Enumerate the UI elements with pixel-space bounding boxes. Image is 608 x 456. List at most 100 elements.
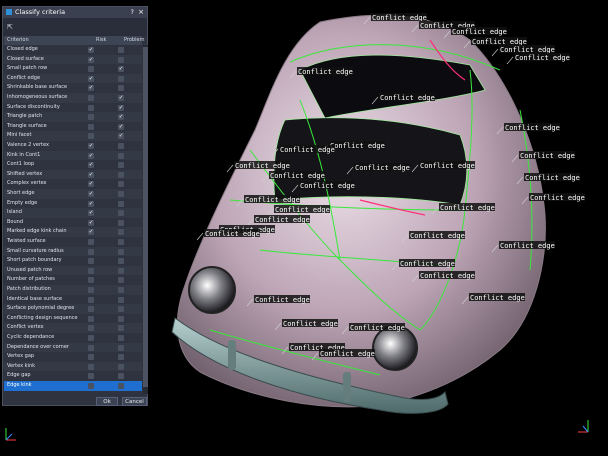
table-row[interactable]: Cont1 loop ✓ bbox=[4, 160, 142, 170]
risk-checkbox[interactable] bbox=[88, 267, 94, 274]
risk-checkbox[interactable] bbox=[88, 104, 94, 111]
problem-checkbox[interactable] bbox=[118, 143, 124, 149]
problem-checkbox[interactable] bbox=[118, 335, 124, 341]
table-row[interactable]: Kink in Cont1 ✓ bbox=[4, 150, 142, 161]
problem-checkbox[interactable] bbox=[118, 325, 124, 332]
table-row[interactable]: Vertex gap bbox=[4, 352, 142, 362]
table-row[interactable]: Closed edge ✓ bbox=[4, 45, 142, 55]
problem-checkbox[interactable] bbox=[118, 85, 124, 92]
risk-checkbox[interactable] bbox=[88, 363, 94, 370]
risk-checkbox[interactable] bbox=[88, 315, 94, 322]
risk-checkbox[interactable]: ✓ bbox=[88, 143, 94, 149]
problem-checkbox[interactable] bbox=[118, 287, 124, 293]
help-button[interactable]: ? bbox=[131, 7, 134, 18]
table-row[interactable]: Mini facet ✓ bbox=[4, 131, 142, 141]
classify-criteria-dialog[interactable]: Classify criteria ? × ⇱ Criterion Risk P… bbox=[2, 6, 148, 406]
risk-checkbox[interactable]: ✓ bbox=[88, 85, 94, 92]
table-row[interactable]: Triangle patch ✓ bbox=[4, 112, 142, 122]
problem-checkbox[interactable] bbox=[118, 239, 124, 245]
problem-checkbox[interactable] bbox=[118, 56, 124, 63]
table-row[interactable]: Valence 2 vertex ✓ bbox=[4, 141, 142, 151]
risk-checkbox[interactable] bbox=[88, 66, 94, 73]
cancel-button[interactable]: Cancel bbox=[122, 397, 147, 406]
table-row[interactable]: Closed surface ✓ bbox=[4, 54, 142, 65]
risk-checkbox[interactable] bbox=[88, 258, 94, 265]
scrollbar-thumb[interactable] bbox=[143, 47, 148, 387]
risk-checkbox[interactable] bbox=[88, 325, 94, 332]
problem-checkbox[interactable] bbox=[118, 267, 124, 274]
table-row[interactable]: Empty edge ✓ bbox=[4, 199, 142, 209]
table-row[interactable]: Inhomogeneous surface ✓ bbox=[4, 93, 142, 103]
dialog-titlebar[interactable]: Classify criteria ? × bbox=[3, 7, 147, 18]
problem-checkbox[interactable] bbox=[118, 248, 124, 255]
problem-checkbox[interactable] bbox=[118, 306, 124, 313]
risk-checkbox[interactable] bbox=[88, 239, 94, 245]
problem-checkbox[interactable] bbox=[118, 229, 124, 236]
risk-checkbox[interactable] bbox=[88, 296, 94, 303]
problem-checkbox[interactable] bbox=[118, 162, 124, 169]
risk-checkbox[interactable] bbox=[88, 277, 94, 284]
risk-checkbox[interactable] bbox=[88, 344, 94, 351]
risk-checkbox[interactable] bbox=[88, 335, 94, 341]
column-problem[interactable]: Problem bbox=[124, 36, 144, 45]
risk-checkbox[interactable] bbox=[88, 123, 94, 130]
risk-checkbox[interactable]: ✓ bbox=[88, 56, 94, 63]
risk-checkbox[interactable]: ✓ bbox=[88, 219, 94, 226]
problem-checkbox[interactable] bbox=[118, 47, 124, 53]
problem-checkbox[interactable]: ✓ bbox=[118, 66, 124, 73]
problem-checkbox[interactable]: ✓ bbox=[118, 104, 124, 111]
table-row[interactable]: Unused patch row bbox=[4, 265, 142, 276]
problem-checkbox[interactable] bbox=[118, 315, 124, 322]
risk-checkbox[interactable] bbox=[88, 287, 94, 293]
table-row[interactable]: Triangle surface ✓ bbox=[4, 122, 142, 132]
table-row[interactable]: Vertex kink bbox=[4, 361, 142, 372]
table-row[interactable]: Bound ✓ bbox=[4, 218, 142, 228]
table-row[interactable]: Small curvature radius bbox=[4, 246, 142, 257]
table-row[interactable]: Edge kink bbox=[4, 381, 142, 391]
table-row[interactable]: Shrinkable base surface ✓ bbox=[4, 83, 142, 93]
table-row[interactable]: Number of patches bbox=[4, 275, 142, 285]
problem-checkbox[interactable] bbox=[118, 75, 124, 82]
risk-checkbox[interactable]: ✓ bbox=[88, 210, 94, 217]
problem-checkbox[interactable] bbox=[118, 219, 124, 226]
problem-checkbox[interactable] bbox=[118, 181, 124, 188]
risk-checkbox[interactable]: ✓ bbox=[88, 200, 94, 207]
table-row[interactable]: Surface polynomial degree bbox=[4, 304, 142, 314]
table-row[interactable]: Short edge ✓ bbox=[4, 189, 142, 199]
table-row[interactable]: Conflict edge ✓ bbox=[4, 73, 142, 84]
problem-checkbox[interactable] bbox=[118, 344, 124, 351]
close-button[interactable]: × bbox=[138, 7, 144, 18]
table-row[interactable]: Small patch row ✓ bbox=[4, 64, 142, 74]
problem-checkbox[interactable] bbox=[118, 296, 124, 303]
table-row[interactable]: Conflicting design sequence bbox=[4, 314, 142, 324]
problem-checkbox[interactable] bbox=[118, 152, 124, 159]
risk-checkbox[interactable] bbox=[88, 354, 94, 361]
problem-checkbox[interactable] bbox=[118, 210, 124, 217]
problem-checkbox[interactable] bbox=[118, 373, 124, 380]
table-row[interactable]: Marked edge kink chain ✓ bbox=[4, 227, 142, 237]
table-row[interactable]: Cyclic dependance bbox=[4, 333, 142, 343]
risk-checkbox[interactable]: ✓ bbox=[88, 152, 94, 159]
table-row[interactable]: Identical base surface bbox=[4, 295, 142, 305]
risk-checkbox[interactable]: ✓ bbox=[88, 191, 94, 197]
table-row[interactable]: Edge gap bbox=[4, 371, 142, 381]
table-row[interactable]: Dependance over corner bbox=[4, 342, 142, 353]
table-row[interactable]: Conflict vertex bbox=[4, 323, 142, 333]
problem-checkbox[interactable] bbox=[118, 258, 124, 265]
column-risk[interactable]: Risk bbox=[96, 36, 106, 45]
table-row[interactable]: Surface discontinuity ✓ bbox=[4, 103, 142, 113]
problem-checkbox[interactable]: ✓ bbox=[118, 123, 124, 130]
risk-checkbox[interactable] bbox=[88, 133, 94, 140]
ok-button[interactable]: Ok bbox=[96, 397, 118, 406]
column-criterion[interactable]: Criterion bbox=[7, 36, 29, 45]
risk-checkbox[interactable] bbox=[88, 114, 94, 121]
problem-checkbox[interactable] bbox=[118, 277, 124, 284]
risk-checkbox[interactable] bbox=[88, 383, 94, 389]
table-row[interactable]: Patch distribution bbox=[4, 285, 142, 295]
risk-checkbox[interactable] bbox=[88, 248, 94, 255]
table-row[interactable]: Complex vertex ✓ bbox=[4, 179, 142, 189]
risk-checkbox[interactable] bbox=[88, 95, 94, 101]
problem-checkbox[interactable] bbox=[118, 363, 124, 370]
table-row[interactable]: Island ✓ bbox=[4, 208, 142, 218]
risk-checkbox[interactable] bbox=[88, 306, 94, 313]
